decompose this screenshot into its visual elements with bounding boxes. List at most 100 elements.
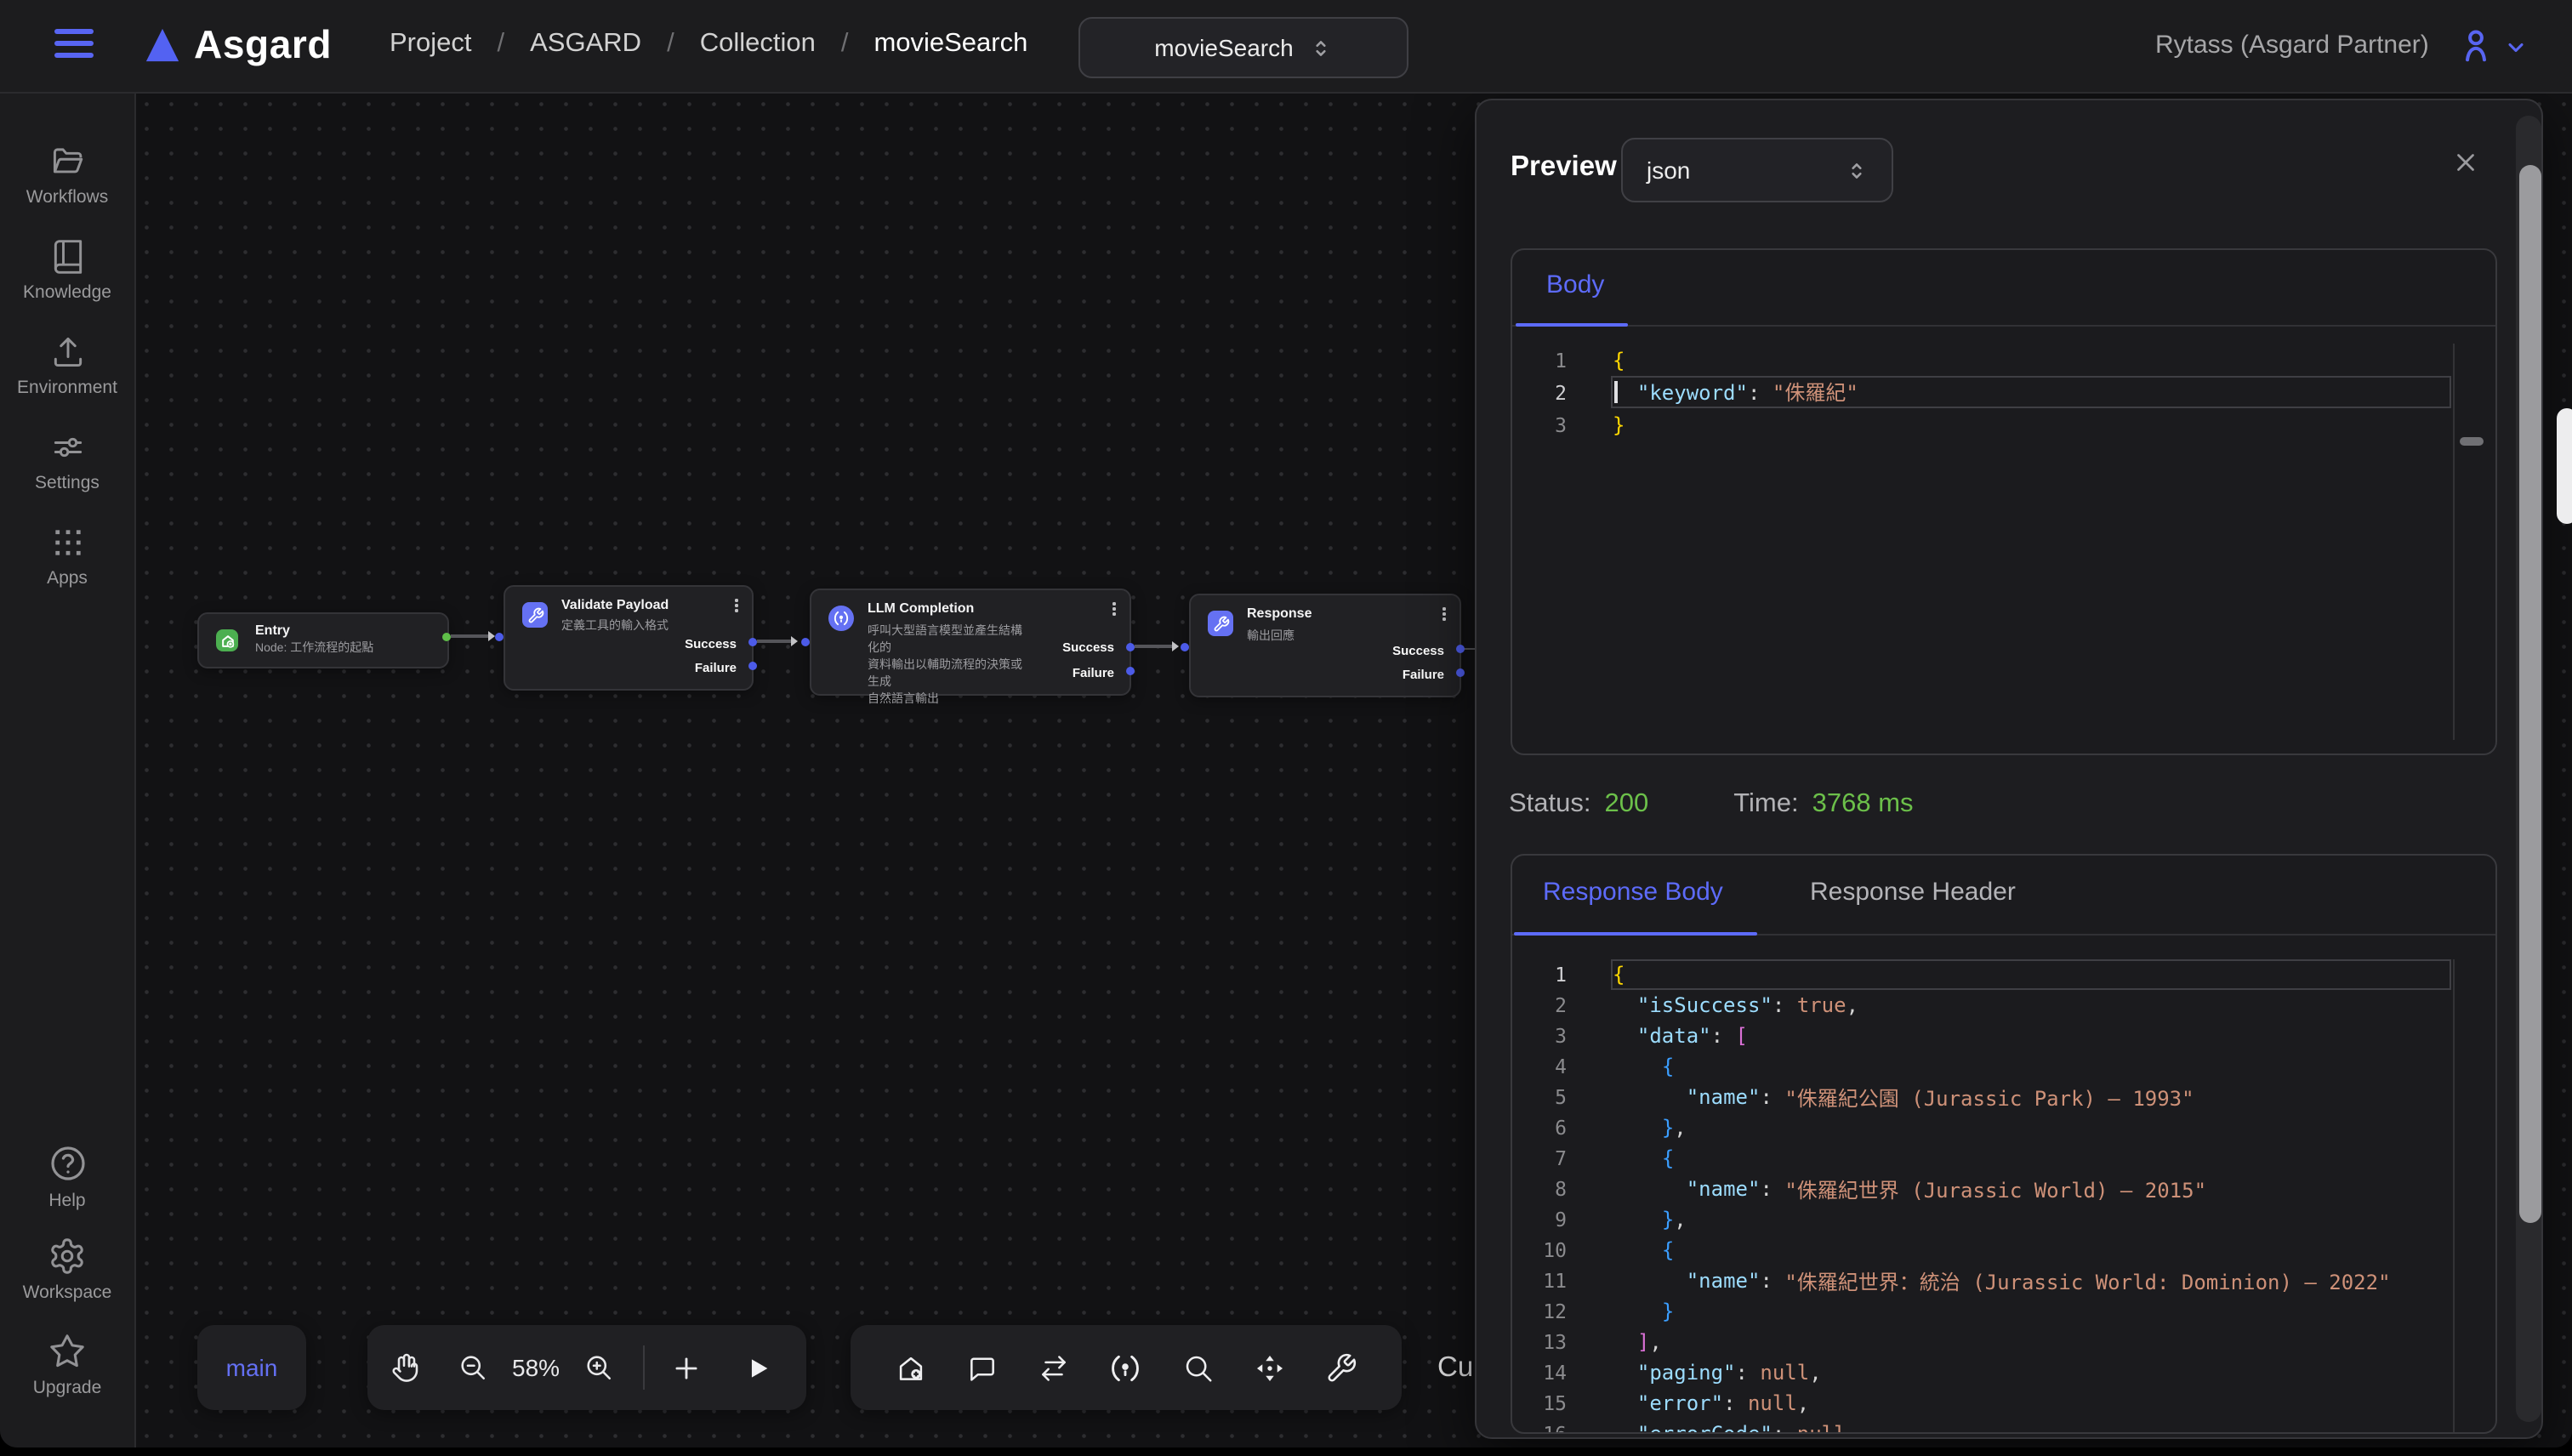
- code-line[interactable]: 4 {: [1512, 1051, 2495, 1082]
- code-line[interactable]: 2 "keyword": "侏羅紀": [1512, 376, 2495, 408]
- request-json-editor[interactable]: 1{2 "keyword": "侏羅紀"3}: [1512, 325, 2495, 754]
- entry-node-icon: [216, 629, 238, 651]
- port-llm-input[interactable]: [800, 637, 809, 646]
- close-icon: [2451, 148, 2480, 177]
- line-number: 9: [1512, 1204, 1611, 1235]
- port-validate-failure[interactable]: [748, 661, 756, 669]
- sidebar-item-apps[interactable]: Apps: [0, 524, 134, 589]
- port-response-input[interactable]: [1180, 642, 1188, 651]
- code-line[interactable]: 3 "data": [: [1512, 1021, 2495, 1051]
- zoom-in-icon: [583, 1352, 614, 1383]
- asgard-logo-icon: [139, 22, 185, 68]
- sidebar-item-settings[interactable]: Settings: [0, 429, 134, 493]
- code-line[interactable]: 14 "paging": null,: [1512, 1357, 2495, 1388]
- panel-scrollbar-thumb[interactable]: [2518, 165, 2541, 1223]
- tab-response-body[interactable]: Response Body: [1543, 878, 1723, 907]
- workflow-select[interactable]: movieSearch: [1078, 17, 1408, 78]
- gear-icon: [48, 1237, 87, 1276]
- edge-arrowhead: [1172, 641, 1179, 651]
- format-select[interactable]: json: [1621, 138, 1893, 202]
- port-response-failure[interactable]: [1455, 668, 1464, 676]
- zoom-out-button[interactable]: [458, 1352, 488, 1383]
- zoom-in-button[interactable]: [583, 1352, 614, 1383]
- tab-body[interactable]: Body: [1546, 270, 1604, 299]
- tools-button[interactable]: [1326, 1351, 1358, 1384]
- sidebar-item-workspace[interactable]: Workspace: [0, 1237, 134, 1303]
- node-menu-kebab-icon[interactable]: [1442, 607, 1446, 623]
- code-text: {: [1611, 1051, 2451, 1082]
- sidebar-label: Help: [48, 1191, 85, 1211]
- user-menu-chevron-down-icon[interactable]: [2504, 36, 2528, 60]
- code-line[interactable]: 3}: [1512, 408, 2495, 441]
- node-menu-kebab-icon[interactable]: [735, 599, 738, 615]
- sidebar-item-knowledge[interactable]: Knowledge: [0, 238, 134, 303]
- port-response-success[interactable]: [1455, 644, 1464, 652]
- code-line[interactable]: 7 {: [1512, 1143, 2495, 1174]
- code-line[interactable]: 11 "name": "侏羅紀世界：統治 (Jurassic World: Do…: [1512, 1265, 2495, 1296]
- node-response[interactable]: Response 輸出回應 Success Failure: [1189, 594, 1461, 697]
- breadcrumb-moviesearch[interactable]: movieSearch: [873, 29, 1027, 60]
- code-line[interactable]: 2 "isSuccess": true,: [1512, 990, 2495, 1021]
- breadcrumb-separator: /: [498, 29, 505, 60]
- code-text: ],: [1611, 1327, 2451, 1357]
- response-json-editor[interactable]: 1{2 "isSuccess": true,3 "data": [4 {5 "n…: [1512, 934, 2495, 1432]
- llm-tool-button[interactable]: [1110, 1351, 1142, 1384]
- comment-button[interactable]: [966, 1351, 999, 1384]
- node-validate-payload[interactable]: Validate Payload 定義工具的輸入格式 Success Failu…: [504, 585, 754, 691]
- sidebar-label: Environment: [17, 378, 117, 398]
- code-line[interactable]: 1{: [1512, 344, 2495, 376]
- sidebar-item-upgrade[interactable]: Upgrade: [0, 1332, 134, 1398]
- port-validate-input[interactable]: [494, 632, 503, 640]
- app-name: Asgard: [194, 22, 332, 68]
- code-line[interactable]: 13 ],: [1512, 1327, 2495, 1357]
- branch-main-button[interactable]: main: [197, 1325, 306, 1410]
- sidebar-item-environment[interactable]: Environment: [0, 333, 134, 398]
- sidebar-label: Settings: [35, 473, 100, 493]
- port-llm-success[interactable]: [1125, 642, 1134, 651]
- run-workflow-button[interactable]: [743, 1353, 772, 1382]
- pan-hand-button[interactable]: [391, 1352, 422, 1383]
- port-llm-failure[interactable]: [1125, 666, 1134, 674]
- line-number: 15: [1512, 1388, 1611, 1419]
- hamburger-menu-icon[interactable]: [54, 29, 94, 58]
- close-panel-button[interactable]: [2451, 148, 2480, 177]
- node-menu-kebab-icon[interactable]: [1112, 602, 1116, 618]
- code-line[interactable]: 5 "name": "侏羅紀公園 (Jurassic Park) – 1993": [1512, 1082, 2495, 1112]
- breadcrumb-collection[interactable]: Collection: [700, 29, 816, 60]
- preview-panel-title: Preview: [1511, 151, 1617, 184]
- code-line[interactable]: 15 "error": null,: [1512, 1388, 2495, 1419]
- response-card: Response Body Response Header 1{2 "isSuc…: [1511, 854, 2497, 1434]
- breadcrumb-asgard[interactable]: ASGARD: [530, 29, 641, 60]
- line-number: 1: [1512, 959, 1611, 990]
- add-entry-node-button[interactable]: [894, 1351, 926, 1384]
- sidebar-label: Workflows: [26, 187, 108, 208]
- wrench-icon: [1326, 1351, 1358, 1384]
- node-llm-completion[interactable]: LLM Completion 呼叫大型語言模型並產生結構化的 資料輸出以輔助流程…: [810, 589, 1131, 696]
- add-button[interactable]: [670, 1351, 703, 1384]
- breadcrumb-separator: /: [667, 29, 674, 60]
- sidebar-item-workflows[interactable]: Workflows: [0, 143, 134, 208]
- code-line[interactable]: 8 "name": "侏羅紀世界 (Jurassic World) – 2015…: [1512, 1174, 2495, 1204]
- tab-response-header[interactable]: Response Header: [1810, 878, 2016, 907]
- code-text: },: [1611, 1112, 2451, 1143]
- search-nodes-button[interactable]: [1182, 1351, 1215, 1384]
- code-line[interactable]: 16 "errorCode": null: [1512, 1419, 2495, 1432]
- zoom-level[interactable]: 58%: [512, 1354, 560, 1381]
- node-entry[interactable]: Entry Node: 工作流程的起點: [197, 612, 449, 668]
- breadcrumb-project[interactable]: Project: [390, 29, 472, 60]
- window-scrollbar-thumb[interactable]: [2557, 408, 2572, 524]
- user-avatar-icon[interactable]: [2456, 26, 2495, 65]
- code-line[interactable]: 6 },: [1512, 1112, 2495, 1143]
- code-line[interactable]: 10 {: [1512, 1235, 2495, 1265]
- line-number: 1: [1512, 344, 1611, 376]
- time-label: Time:: [1733, 789, 1798, 820]
- swap-connections-button[interactable]: [1038, 1351, 1070, 1384]
- code-line[interactable]: 9 },: [1512, 1204, 2495, 1235]
- fit-view-button[interactable]: [1254, 1351, 1286, 1384]
- help-circle-icon: [47, 1143, 88, 1184]
- code-line[interactable]: 1{: [1512, 959, 2495, 990]
- port-entry-output[interactable]: [441, 632, 450, 640]
- port-validate-success[interactable]: [748, 637, 756, 646]
- code-line[interactable]: 12 }: [1512, 1296, 2495, 1327]
- sidebar-item-help[interactable]: Help: [0, 1143, 134, 1211]
